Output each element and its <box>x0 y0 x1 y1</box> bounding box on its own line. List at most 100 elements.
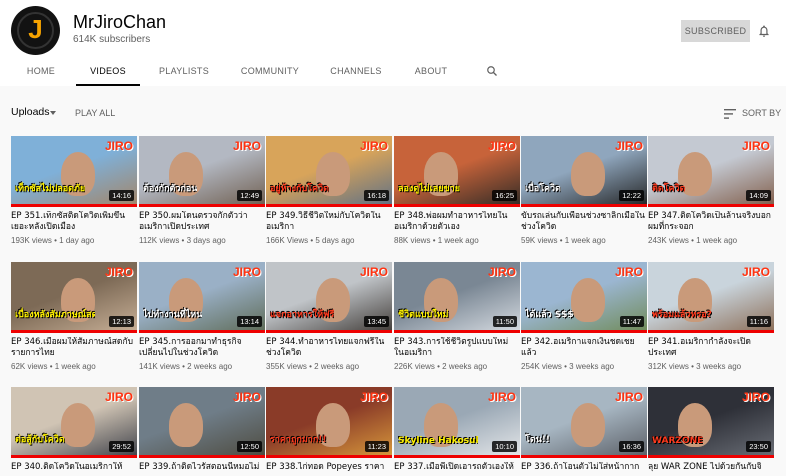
watched-progress-bar <box>139 204 265 207</box>
video-thumbnail[interactable]: JIRO แจกอาหารให้ฟรี 13:45 <box>266 262 392 333</box>
video-thumbnail[interactable]: JIRO เท็กซัสไม่ปลอดภัย 14:16 <box>11 136 137 207</box>
upload-age: 3 weeks ago <box>569 362 615 371</box>
tab-community[interactable]: COMMUNITY <box>236 58 304 86</box>
channel-avatar[interactable]: J <box>11 6 60 55</box>
video-thumbnail[interactable]: JIRO 12:50 <box>139 387 265 458</box>
watched-progress-bar <box>11 204 137 207</box>
notification-bell-icon[interactable] <box>757 24 771 38</box>
video-thumbnail[interactable]: JIRO ติดโควิด 14:09 <box>648 136 774 207</box>
video-title[interactable]: EP 343.การใช้ชีวิตรูปแบบใหม่ในอเมริกา <box>394 337 518 359</box>
video-title[interactable]: EP 349.วิธีชีวิตใหม่กับโควิดในอเมริกา <box>266 211 390 233</box>
duration-badge: 12:50 <box>237 441 262 452</box>
watched-progress-bar <box>394 455 520 458</box>
video-title[interactable]: EP 340.ติดโควิดในอเมริกาให้ <box>11 462 135 473</box>
duration-badge: 13:45 <box>364 316 389 327</box>
thumbnail-caption: เบื่องหลังสัมภาษณ์สด <box>15 310 95 320</box>
thumbnail-caption: พร้อมแล้วหรอ? <box>652 310 712 320</box>
thumbnail-caption: WARZONE <box>652 436 704 446</box>
sort-icon[interactable] <box>724 109 736 119</box>
video-thumbnail[interactable]: JIRO เบื่อโควิด 12:22 <box>521 136 647 207</box>
video-thumbnail[interactable]: JIRO ได้แล้ว $$$ 11:47 <box>521 262 647 333</box>
play-all-button[interactable]: PLAY ALL <box>75 108 115 118</box>
channel-logo-watermark: JIRO <box>359 139 388 153</box>
tab-channels[interactable]: CHANNELS <box>324 58 388 86</box>
thumbnail-person <box>169 403 203 447</box>
uploads-dropdown[interactable]: Uploads <box>11 106 50 118</box>
video-title[interactable]: EP 338.ไก่ทอด Popeyes ราคา <box>266 462 390 473</box>
channel-logo-watermark: JIRO <box>359 265 388 279</box>
thumbnail-caption: ต่อสู้กับโควิด <box>15 435 65 445</box>
video-thumbnail[interactable]: JIRO ราคาถูกมาก!! 11:23 <box>266 387 392 458</box>
video-thumbnail[interactable]: JIRO โดน!! 16:36 <box>521 387 647 458</box>
video-title[interactable]: EP 351.เท็กซัสติดโควิดเพิ่มขึ้นเยอะหลังเ… <box>11 211 135 233</box>
video-title[interactable]: EP 346.เมื่อผมให้สัมภาษณ์สดกับรายการไทย <box>11 337 135 359</box>
video-title[interactable]: ขับรถเล่นกับเพื่อนช่วงซาลิกเมื่อในช่วงโค… <box>521 211 645 233</box>
search-icon[interactable] <box>486 65 498 77</box>
video-title[interactable]: ลุย WAR ZONE ไปด้วยกันกับจิ <box>648 462 772 473</box>
video-thumbnail[interactable]: JIRO Skyline Hakosuka C10 10:10 <box>394 387 520 458</box>
video-meta: 226K views • 2 weeks ago <box>394 362 520 371</box>
video-title[interactable]: EP 341.อเมริกากำลังจะเปิดประเทศ <box>648 337 772 359</box>
thumbnail-person <box>571 403 605 447</box>
thumbnail-person <box>571 152 605 196</box>
upload-age: 3 days ago <box>186 236 226 245</box>
watched-progress-bar <box>11 330 137 333</box>
video-thumbnail[interactable]: JIRO ต่อสู้กับโควิด 29:52 <box>11 387 137 458</box>
video-title[interactable]: EP 348.พ่อผมทำอาหารไทยในอเมริกาด้วยตัวเอ… <box>394 211 518 233</box>
thumbnail-caption: Skyline Hakosuka C10 <box>398 436 478 446</box>
thumbnail-person <box>61 403 95 447</box>
tab-about[interactable]: ABOUT <box>406 58 456 86</box>
channel-header: J MrJiroChan 614K subscribers SUBSCRIBED… <box>0 0 786 86</box>
channel-logo-watermark: JIRO <box>232 390 261 404</box>
tab-videos[interactable]: VIDEOS <box>76 58 140 86</box>
video-thumbnail[interactable]: JIRO เบื่องหลังสัมภาษณ์สด 12:13 <box>11 262 137 333</box>
video-title[interactable]: EP 339.ถ้าติดไวรัสตอนนี้หมอไม่ <box>139 462 263 473</box>
upload-age: 1 week ago <box>564 236 606 245</box>
video-meta: 243K views • 1 week ago <box>648 236 774 245</box>
video-thumbnail[interactable]: JIRO WARZONE 23:50 <box>648 387 774 458</box>
video-title[interactable]: EP 337.เมื่อพี่เปิดเอารถตัวเองให้ <box>394 462 518 473</box>
thumbnail-caption: ชีวิตแบบใหม่ <box>398 310 449 320</box>
thumbnail-caption: ได้แล้ว $$$ <box>525 310 574 320</box>
tab-playlists[interactable]: PLAYLISTS <box>152 58 216 86</box>
caret-down-icon[interactable] <box>50 111 56 115</box>
video-title[interactable]: EP 336.ถ้าโอนตัวไม่ใส่หน้ากาก <box>521 462 645 473</box>
video-title[interactable]: EP 345.การออกมาทำธุรกิจเปลี่ยนไปในช่วงโค… <box>139 337 263 359</box>
channel-logo-watermark: JIRO <box>614 390 643 404</box>
channel-logo-watermark: JIRO <box>232 265 261 279</box>
thumbnail-caption: ไปทำงานที่ไหน <box>143 310 203 320</box>
video-thumbnail[interactable]: JIRO พร้อมแล้วหรอ? 11:16 <box>648 262 774 333</box>
duration-badge: 12:13 <box>109 316 134 327</box>
channel-logo-watermark: JIRO <box>487 265 516 279</box>
thumbnail-caption: ลองดูไม่เลยขาย <box>398 184 460 194</box>
upload-age: 3 weeks ago <box>696 362 742 371</box>
duration-badge: 11:23 <box>364 441 389 452</box>
thumbnail-caption: อยู่ห้างกับโควิด <box>270 184 329 194</box>
subscribed-button[interactable]: SUBSCRIBED <box>681 20 750 42</box>
duration-badge: 10:10 <box>492 441 517 452</box>
video-title[interactable]: EP 342.อเมริกาแจกเงินชดเชยแล้ว <box>521 337 645 359</box>
view-count: 166K Views <box>266 236 309 245</box>
channel-logo-watermark: JIRO <box>487 390 516 404</box>
duration-badge: 12:22 <box>619 190 644 201</box>
view-count: 141K views <box>139 362 180 371</box>
video-thumbnail[interactable]: JIRO ชีวิตแบบใหม่ 11:50 <box>394 262 520 333</box>
video-thumbnail[interactable]: JIRO ไปทำงานที่ไหน 13:14 <box>139 262 265 333</box>
video-title[interactable]: EP 344.ทำอาหารไทยแจกฟรีในช่วงโควิด <box>266 337 390 359</box>
watched-progress-bar <box>648 204 774 207</box>
watched-progress-bar <box>521 330 647 333</box>
sort-by-button[interactable]: SORT BY <box>742 108 781 118</box>
video-thumbnail[interactable]: JIRO ลองดูไม่เลยขาย 16:25 <box>394 136 520 207</box>
video-title[interactable]: EP 350.ผมโดนตรวจกักตัวว่าอเมริกาเปิดประเ… <box>139 211 263 233</box>
view-count: 254K views <box>521 362 562 371</box>
channel-logo-watermark: JIRO <box>104 139 133 153</box>
videos-toolbar: Uploads PLAY ALL SORT BY <box>0 100 786 126</box>
upload-age: 2 weeks ago <box>442 362 488 371</box>
video-thumbnail[interactable]: JIRO อยู่ห้างกับโควิด 16:18 <box>266 136 392 207</box>
video-meta: 141K views • 2 weeks ago <box>139 362 265 371</box>
watched-progress-bar <box>394 330 520 333</box>
duration-badge: 16:36 <box>619 441 644 452</box>
tab-home[interactable]: HOME <box>16 58 66 86</box>
video-thumbnail[interactable]: JIRO ต้องกักตัวก่อน 12:49 <box>139 136 265 207</box>
video-title[interactable]: EP 347.ติดโควิดเป็นล้านจริงบอกผมที่กระจอ… <box>648 211 772 233</box>
